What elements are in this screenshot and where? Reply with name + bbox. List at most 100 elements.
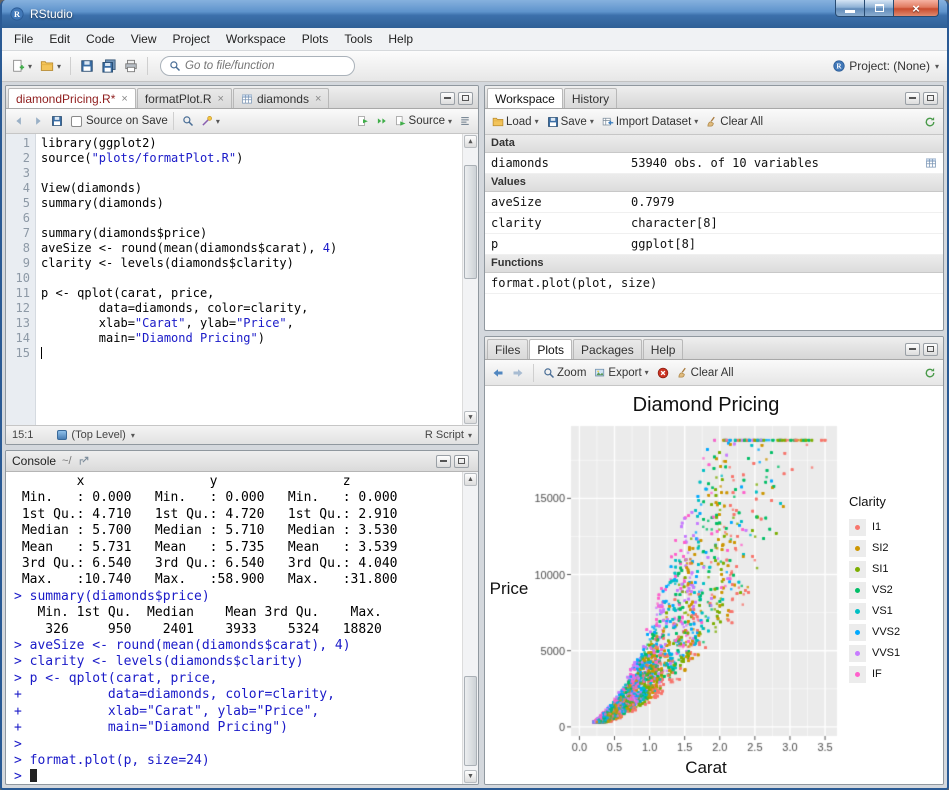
console-scroll-track[interactable] <box>464 487 477 769</box>
legend-key <box>849 666 866 683</box>
console-header: Console ~/ <box>6 451 478 472</box>
export-plot-button[interactable]: Export▾ <box>591 364 651 382</box>
workspace-row[interactable]: diamonds53940 obs. of 10 variables <box>485 153 943 174</box>
import-dataset-icon <box>602 116 614 128</box>
find-button[interactable] <box>179 112 197 130</box>
clear-workspace-button[interactable]: Clear All <box>703 113 766 131</box>
code-line: source("plots/formatPlot.R") <box>41 151 462 166</box>
magic-wand-icon <box>201 115 213 127</box>
scroll-down-icon[interactable]: ▼ <box>464 770 477 783</box>
workspace-row[interactable]: claritycharacter[8] <box>485 213 943 234</box>
save-source-button[interactable] <box>48 112 66 130</box>
save-button[interactable] <box>77 56 97 76</box>
load-workspace-button[interactable]: Load▾ <box>489 113 542 131</box>
new-file-button[interactable]: ▾ <box>8 56 35 76</box>
source-menu-button[interactable]: Source▾ <box>392 112 455 130</box>
source-on-save-checkbox[interactable] <box>71 116 82 127</box>
import-dataset-button[interactable]: Import Dataset▾ <box>599 113 701 131</box>
maximize-pane-button[interactable] <box>458 92 473 105</box>
minimize-pane-button[interactable] <box>436 455 451 468</box>
source-tab-2[interactable]: diamonds× <box>233 88 329 108</box>
close-window-button[interactable]: × <box>894 0 939 17</box>
refresh-plot-button[interactable] <box>921 364 939 382</box>
code-line: main="Diamond Pricing") <box>41 331 462 346</box>
print-button[interactable] <box>121 56 141 76</box>
rerun-button[interactable] <box>373 112 391 130</box>
project-selector[interactable]: R Project: (None) ▾ <box>833 59 941 73</box>
save-all-button[interactable] <box>99 56 119 76</box>
console-scroll-thumb[interactable] <box>464 676 477 766</box>
toolbar-separator <box>147 57 148 75</box>
cursor-position: 15:1 <box>12 429 33 441</box>
tab-history[interactable]: History <box>564 88 617 108</box>
close-tab-icon[interactable]: × <box>218 93 224 105</box>
menu-item-help[interactable]: Help <box>380 29 421 49</box>
maximize-window-button[interactable] <box>865 0 894 17</box>
new-file-icon <box>11 59 25 73</box>
run-line-button[interactable] <box>354 112 372 130</box>
open-file-button[interactable]: ▾ <box>37 56 64 76</box>
console-scrollbar[interactable]: ▲ ▼ <box>462 472 478 784</box>
tab-plots[interactable]: Plots <box>529 339 572 359</box>
source-tab-0[interactable]: diamondPricing.R*× <box>8 88 136 108</box>
tab-files[interactable]: Files <box>487 339 528 359</box>
popout-icon[interactable] <box>78 455 90 467</box>
menu-item-code[interactable]: Code <box>78 29 123 49</box>
menu-item-project[interactable]: Project <box>165 29 218 49</box>
scope-selector[interactable]: (Top Level) <box>71 429 125 441</box>
refresh-workspace-button[interactable] <box>921 113 939 131</box>
close-tab-icon[interactable]: × <box>315 93 321 105</box>
scroll-down-icon[interactable]: ▼ <box>464 411 477 424</box>
minimize-pane-button[interactable] <box>905 92 920 105</box>
tab-packages[interactable]: Packages <box>573 339 642 359</box>
scroll-up-icon[interactable]: ▲ <box>464 135 477 148</box>
file-type-selector[interactable]: R Script <box>425 429 464 441</box>
zoom-plot-button[interactable]: Zoom <box>540 364 589 382</box>
editor-scrollbar[interactable]: ▲ ▼ <box>462 134 478 425</box>
menu-item-workspace[interactable]: Workspace <box>218 29 294 49</box>
menu-item-tools[interactable]: Tools <box>336 29 380 49</box>
menu-item-plots[interactable]: Plots <box>294 29 337 49</box>
legend-item: I1 <box>849 517 941 538</box>
tab-label: History <box>572 92 609 106</box>
nav-forward-button[interactable] <box>29 112 47 130</box>
maximize-pane-button[interactable] <box>923 343 938 356</box>
code-tools-button[interactable]: ▾ <box>198 112 223 130</box>
console-output[interactable]: x y z Min. : 0.000 Min. : 0.000 Min. : 0… <box>6 472 462 784</box>
editor-scroll-thumb[interactable] <box>464 165 477 280</box>
clear-plots-button[interactable]: Clear All <box>674 364 737 382</box>
console-title: Console <box>12 454 56 468</box>
view-data-icon[interactable] <box>925 157 937 169</box>
scope-icon <box>57 430 67 440</box>
maximize-pane-button[interactable] <box>923 92 938 105</box>
scroll-up-icon[interactable]: ▲ <box>464 473 477 486</box>
previous-plot-button[interactable] <box>489 364 507 382</box>
maximize-pane-button[interactable] <box>454 455 469 468</box>
editor-scroll-track[interactable] <box>464 149 477 410</box>
tab-workspace[interactable]: Workspace <box>487 88 563 108</box>
source-tab-1[interactable]: formatPlot.R× <box>137 88 232 108</box>
minimize-window-button[interactable] <box>835 0 865 17</box>
tab-help[interactable]: Help <box>643 339 684 359</box>
minimize-pane-button[interactable] <box>440 92 455 105</box>
goto-file-input[interactable] <box>185 60 346 72</box>
nav-back-button[interactable] <box>10 112 28 130</box>
code-area[interactable]: library(ggplot2)source("plots/formatPlot… <box>36 134 462 425</box>
titlebar[interactable]: R RStudio × <box>2 0 947 28</box>
minimize-pane-button[interactable] <box>905 343 920 356</box>
close-tab-icon[interactable]: × <box>121 93 127 105</box>
menu-item-view[interactable]: View <box>123 29 165 49</box>
broom-icon <box>677 367 689 379</box>
menu-item-file[interactable]: File <box>6 29 41 49</box>
menu-item-edit[interactable]: Edit <box>41 29 78 49</box>
workspace-row[interactable]: format.plot(plot, size) <box>485 273 943 294</box>
workspace-row[interactable]: pggplot[8] <box>485 234 943 255</box>
legend-label: IF <box>872 668 882 680</box>
goto-file-box[interactable] <box>160 56 355 76</box>
workspace-row[interactable]: aveSize0.7979 <box>485 192 943 213</box>
save-workspace-button[interactable]: Save▾ <box>544 113 597 131</box>
legend-dot <box>855 630 860 635</box>
remove-plot-button[interactable] <box>654 364 672 382</box>
outline-button[interactable] <box>456 112 474 130</box>
next-plot-button[interactable] <box>509 364 527 382</box>
